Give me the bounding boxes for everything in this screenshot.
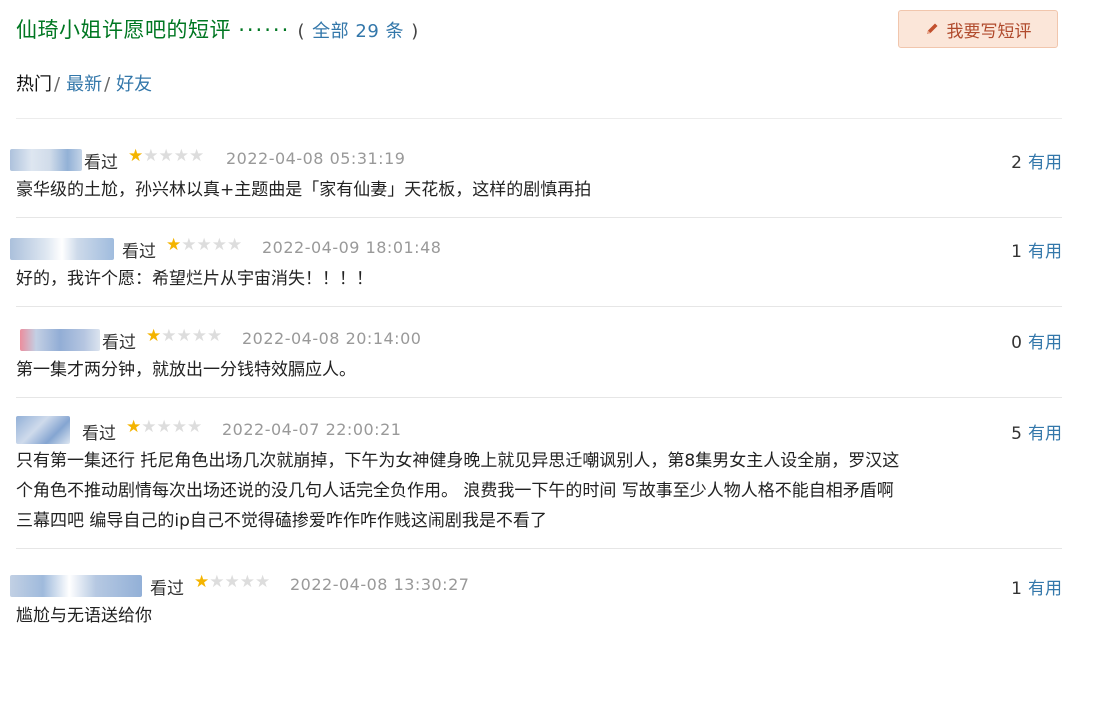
star-empty-icon: ★ xyxy=(209,572,225,592)
blurred-username[interactable] xyxy=(10,575,142,597)
useful-vote[interactable]: 1 有用 xyxy=(1011,237,1062,262)
rating-stars: ★★★★★ xyxy=(128,146,204,166)
comment-item: 看过 ★★★★★ 2022-04-07 22:00:21 5 有用 只有第一集还行… xyxy=(16,398,1062,549)
star-empty-icon: ★ xyxy=(141,417,157,437)
useful-vote[interactable]: 1 有用 xyxy=(1011,574,1062,599)
comment-text: 豪华级的土尬，孙兴林以真+主题曲是「家有仙妻」天花板，这样的剧慎再拍 xyxy=(16,175,1062,205)
star-empty-icon: ★ xyxy=(171,417,187,437)
comment-line: 只有第一集还行 托尼角色出场几次就崩掉，下午为女神健身晚上就见异思迁嘲讽别人，第… xyxy=(16,451,900,471)
tab-hot[interactable]: 热门 xyxy=(16,70,52,96)
comment-line: 豪华级的土尬，孙兴林以真+主题曲是「家有仙妻」天花板，这样的剧慎再拍 xyxy=(16,180,592,200)
comment-item: 看过 ★★★★★ 2022-04-08 05:31:19 2 有用 豪华级的土尬，… xyxy=(10,119,1062,218)
watched-label: 看过 xyxy=(122,242,156,262)
star-empty-icon: ★ xyxy=(158,146,174,166)
blurred-username[interactable] xyxy=(10,149,82,171)
useful-link[interactable]: 有用 xyxy=(1028,242,1062,262)
star-filled-icon: ★ xyxy=(166,235,182,255)
comment-text: 只有第一集还行 托尼角色出场几次就崩掉，下午为女神健身晚上就见异思迁嘲讽别人，第… xyxy=(16,446,1062,536)
star-empty-icon: ★ xyxy=(143,146,159,166)
comment-line: 三幕四吧 编导自己的ip自己不觉得磕掺爱咋作咋作贱这闹剧我是不看了 xyxy=(16,511,547,531)
page-title: 仙琦小姐许愿吧的短评 ······ ( 全部 29 条 ) xyxy=(16,14,419,44)
comment-item: 看过 ★★★★★ 2022-04-08 13:30:27 1 有用 尴尬与无语送给… xyxy=(10,549,1062,639)
comment-meta: 看过 ★★★★★ 2022-04-08 13:30:27 1 有用 xyxy=(10,571,1062,601)
comment-time: 2022-04-09 18:01:48 xyxy=(262,238,442,257)
tab-latest[interactable]: 最新 xyxy=(66,70,102,96)
comment-text: 尴尬与无语送给你 xyxy=(16,601,1062,631)
comment-time: 2022-04-07 22:00:21 xyxy=(222,420,402,439)
star-empty-icon: ★ xyxy=(227,235,243,255)
write-comment-button[interactable]: 我要写短评 xyxy=(898,10,1058,48)
star-empty-icon: ★ xyxy=(176,326,192,346)
write-comment-label: 我要写短评 xyxy=(946,21,1032,42)
comment-line: 第一集才两分钟，就放出一分钱特效膈应人。 xyxy=(16,360,356,380)
tab-separator: / xyxy=(54,74,61,95)
watched-label: 看过 xyxy=(150,579,184,599)
tab-separator: / xyxy=(104,74,111,95)
star-empty-icon: ★ xyxy=(224,572,240,592)
rating-stars: ★★★★★ xyxy=(166,235,242,255)
star-empty-icon: ★ xyxy=(211,235,227,255)
star-empty-icon: ★ xyxy=(196,235,212,255)
useful-link[interactable]: 有用 xyxy=(1028,333,1062,353)
tab-friends[interactable]: 好友 xyxy=(116,70,152,96)
comments-header: 仙琦小姐许愿吧的短评 ······ ( 全部 29 条 ) 我要写短评 xyxy=(16,10,1092,52)
star-filled-icon: ★ xyxy=(194,572,210,592)
comment-meta: 看过 ★★★★★ 2022-04-08 05:31:19 2 有用 xyxy=(10,145,1062,175)
watched-label: 看过 xyxy=(82,424,116,444)
sort-tabs: 热门 / 最新 / 好友 xyxy=(16,70,152,96)
star-empty-icon: ★ xyxy=(173,146,189,166)
comment-text: 第一集才两分钟，就放出一分钱特效膈应人。 xyxy=(16,355,1062,385)
comment-time: 2022-04-08 05:31:19 xyxy=(226,149,406,168)
comment-line: 个角色不推动剧情每次出场还说的没几句人话完全负作用。 浪费我一下午的时间 写故事… xyxy=(16,481,894,501)
open-paren: ( xyxy=(297,21,305,42)
comment-item: 看过 ★★★★★ 2022-04-08 20:14:00 0 有用 第一集才两分钟… xyxy=(16,307,1062,398)
title-dots: ······ xyxy=(238,18,291,42)
close-paren: ) xyxy=(411,21,419,42)
star-empty-icon: ★ xyxy=(161,326,177,346)
useful-link[interactable]: 有用 xyxy=(1028,579,1062,599)
rating-stars: ★★★★★ xyxy=(126,417,202,437)
useful-vote[interactable]: 2 有用 xyxy=(1011,148,1062,173)
blurred-username[interactable] xyxy=(16,416,70,444)
comment-meta: 看过 ★★★★★ 2022-04-08 20:14:00 0 有用 xyxy=(16,325,1062,355)
comment-time: 2022-04-08 20:14:00 xyxy=(242,329,422,348)
vote-count: 1 xyxy=(1011,242,1022,262)
comment-meta: 看过 ★★★★★ 2022-04-09 18:01:48 1 有用 xyxy=(10,234,1062,264)
useful-vote[interactable]: 0 有用 xyxy=(1011,328,1062,353)
comment-meta: 看过 ★★★★★ 2022-04-07 22:00:21 5 有用 xyxy=(16,416,1062,446)
vote-count: 5 xyxy=(1011,424,1022,444)
comment-list: 看过 ★★★★★ 2022-04-08 05:31:19 2 有用 豪华级的土尬，… xyxy=(10,118,1062,639)
star-empty-icon: ★ xyxy=(156,417,172,437)
comment-item: 看过 ★★★★★ 2022-04-09 18:01:48 1 有用 好的，我许个愿… xyxy=(10,218,1062,307)
blurred-username[interactable] xyxy=(20,329,100,351)
star-filled-icon: ★ xyxy=(128,146,144,166)
vote-count: 0 xyxy=(1011,333,1022,353)
star-empty-icon: ★ xyxy=(187,417,203,437)
vote-count: 1 xyxy=(1011,579,1022,599)
pencil-icon xyxy=(925,22,939,36)
useful-link[interactable]: 有用 xyxy=(1028,424,1062,444)
all-comments-link[interactable]: 全部 29 条 xyxy=(312,21,404,42)
star-empty-icon: ★ xyxy=(189,146,205,166)
comment-time: 2022-04-08 13:30:27 xyxy=(290,575,470,594)
star-empty-icon: ★ xyxy=(207,326,223,346)
star-empty-icon: ★ xyxy=(255,572,271,592)
star-empty-icon: ★ xyxy=(239,572,255,592)
star-empty-icon: ★ xyxy=(191,326,207,346)
watched-label: 看过 xyxy=(84,153,118,173)
rating-stars: ★★★★★ xyxy=(146,326,222,346)
comment-line: 尴尬与无语送给你 xyxy=(16,606,152,626)
star-filled-icon: ★ xyxy=(146,326,162,346)
useful-link[interactable]: 有用 xyxy=(1028,153,1062,173)
comment-text: 好的，我许个愿：希望烂片从宇宙消失！！！！ xyxy=(16,264,1062,294)
rating-stars: ★★★★★ xyxy=(194,572,270,592)
star-filled-icon: ★ xyxy=(126,417,142,437)
comment-line: 好的，我许个愿：希望烂片从宇宙消失！！！！ xyxy=(16,269,373,289)
title-text[interactable]: 仙琦小姐许愿吧的短评 xyxy=(16,18,231,42)
blurred-username[interactable] xyxy=(10,238,114,260)
useful-vote[interactable]: 5 有用 xyxy=(1011,419,1062,444)
watched-label: 看过 xyxy=(102,333,136,353)
vote-count: 2 xyxy=(1011,153,1022,173)
star-empty-icon: ★ xyxy=(181,235,197,255)
